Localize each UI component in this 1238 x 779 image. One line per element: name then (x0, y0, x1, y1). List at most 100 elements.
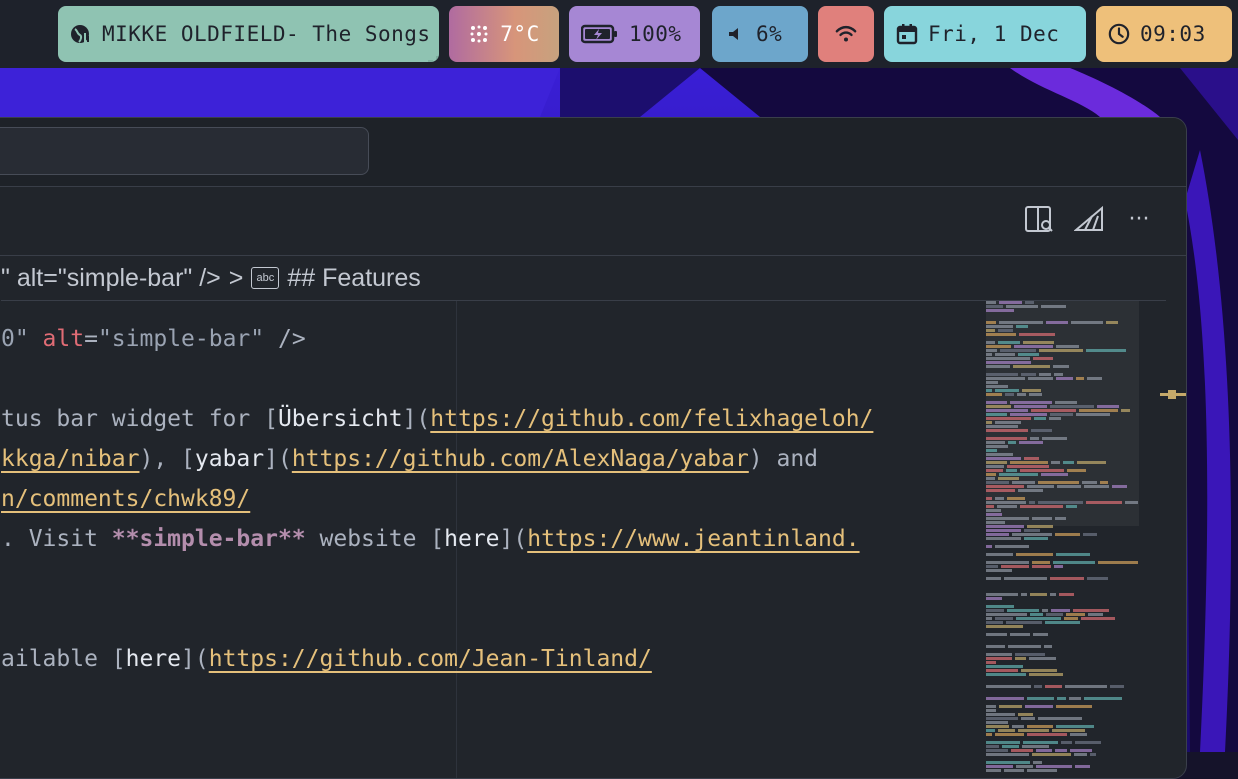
minimap-line (1074, 753, 1087, 756)
minimap-line (986, 697, 1024, 700)
minimap-line (1069, 697, 1081, 700)
snowflake-icon (468, 23, 490, 45)
code-link[interactable]: kkga/nibar (1, 446, 139, 472)
minimap-line (1024, 457, 1039, 460)
minimap[interactable] (986, 301, 1146, 778)
clock-icon (1108, 23, 1130, 45)
minimap-line (1010, 401, 1052, 404)
code-link[interactable]: https://github.com/AlexNaga/yabar (292, 446, 749, 472)
weather-widget[interactable]: 7°C (449, 6, 559, 62)
minimap-line (986, 685, 1031, 688)
minimap-line (1021, 593, 1027, 596)
minimap-line (1075, 765, 1090, 768)
music-widget[interactable]: MIKKE OLDFIELD- The Songs (58, 6, 439, 62)
time-widget[interactable]: 09:03 (1096, 6, 1232, 62)
scroll-position-thumb[interactable] (1168, 390, 1176, 399)
minimap-line (1025, 705, 1053, 708)
minimap-line (986, 709, 996, 712)
minimap-line (1110, 685, 1124, 688)
minimap-line (1056, 705, 1092, 708)
minimap-line (1086, 349, 1126, 352)
minimap-line (1017, 393, 1026, 396)
minimap-line (986, 413, 1007, 416)
minimap-line (1125, 501, 1138, 504)
minimap-line (986, 449, 997, 452)
minimap-line (1044, 645, 1052, 648)
minimap-line (1057, 485, 1081, 488)
minimap-line (1027, 525, 1053, 528)
minimap-line (998, 477, 1019, 480)
minimap-line (986, 377, 1025, 380)
code-link[interactable]: https://www.jeantinland. (527, 526, 859, 552)
minimap-line (986, 437, 1027, 440)
assistant-icon[interactable] (1074, 204, 1104, 234)
minimap-line (986, 305, 1003, 308)
code-link[interactable]: https://github.com/Jean-Tinland/ (209, 646, 652, 672)
minimap-line (1033, 357, 1053, 360)
minimap-line (999, 301, 1022, 304)
minimap-line (986, 725, 1009, 728)
breadcrumb-segment[interactable]: " alt="simple-bar" /> (1, 264, 221, 293)
minimap-line (1038, 481, 1079, 484)
minimap-line (1067, 469, 1086, 472)
volume-widget[interactable]: 6% (712, 6, 808, 62)
minimap-line (1023, 741, 1058, 744)
code-link[interactable]: n/comments/chwk89/ (1, 486, 250, 512)
more-icon[interactable]: ··· (1124, 204, 1154, 234)
minimap-line (1056, 377, 1073, 380)
minimap-line (986, 497, 992, 500)
code-link[interactable]: https://github.com/felixhageloh/ (430, 406, 873, 432)
minimap-line (1087, 377, 1102, 380)
minimap-line (986, 633, 1007, 636)
minimap-line (995, 353, 1015, 356)
minimap-line (986, 745, 999, 748)
minimap-line (995, 733, 1024, 736)
minimap-line (1100, 481, 1108, 484)
minimap-line (986, 345, 1011, 348)
minimap-line (1018, 353, 1039, 356)
minimap-line (1086, 501, 1122, 504)
speaker-icon (724, 23, 746, 45)
minimap-line (986, 349, 997, 352)
split-search-icon[interactable] (1024, 204, 1054, 234)
minimap-line (1006, 305, 1038, 308)
minimap-line (1045, 685, 1062, 688)
minimap-line (986, 485, 1024, 488)
minimap-line (986, 373, 1018, 376)
minimap-line (1055, 533, 1080, 536)
date-widget[interactable]: Fri, 1 Dec (884, 6, 1086, 62)
minimap-line (1066, 505, 1077, 508)
minimap-line (999, 473, 1038, 476)
minimap-line (1063, 461, 1074, 464)
minimap-line (1032, 561, 1050, 564)
minimap-line (1077, 461, 1106, 464)
minimap-line (986, 609, 1004, 612)
minimap-line (1004, 577, 1047, 580)
battery-widget[interactable]: 100% (569, 6, 700, 62)
minimap-line (1031, 409, 1076, 412)
code-editor[interactable]: 0" alt="simple-bar" /> tus bar widget fo… (1, 301, 1001, 778)
minimap-line (1121, 409, 1130, 412)
minimap-line (1016, 765, 1033, 768)
minimap-line (1070, 733, 1087, 736)
minimap-line (986, 505, 994, 508)
command-search-input[interactable] (0, 127, 369, 175)
minimap-line (1112, 485, 1127, 488)
minimap-line (986, 465, 1004, 468)
minimap-line (986, 325, 1013, 328)
code-line: . Visit **simple-bar** website [here](ht… (1, 526, 860, 552)
chevron-right-icon: > (228, 263, 244, 292)
code-line: n/comments/chwk89/ (1, 479, 250, 519)
minimap-line (986, 653, 1012, 656)
minimap-line (1054, 373, 1063, 376)
minimap-line (1088, 613, 1103, 616)
minimap-line (1031, 429, 1052, 432)
minimap-line (986, 657, 1012, 660)
minimap-line (986, 509, 1001, 512)
minimap-line (986, 625, 1023, 628)
minimap-line (986, 673, 1026, 676)
wifi-widget[interactable] (818, 6, 874, 62)
breadcrumb-segment-features[interactable]: ## Features (287, 264, 420, 293)
minimap-line (1021, 669, 1057, 672)
music-globe-icon (70, 23, 92, 45)
